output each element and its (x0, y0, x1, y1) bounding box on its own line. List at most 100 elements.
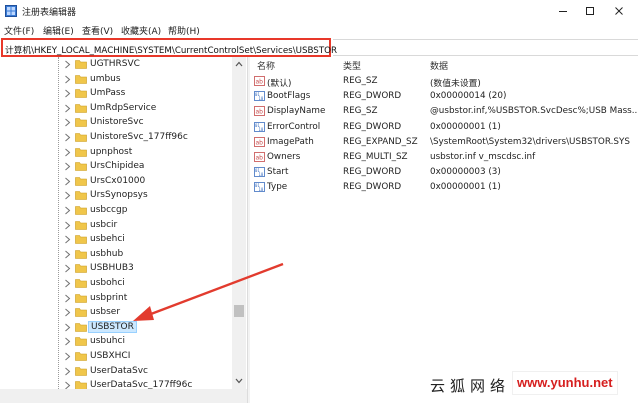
scroll-down-icon[interactable] (235, 378, 243, 384)
binary-value-icon: 0110 (254, 121, 265, 132)
column-header-type[interactable]: 类型 (343, 59, 361, 72)
expand-chevron-icon[interactable] (64, 294, 71, 303)
value-row[interactable]: ab Owners REG_MULTI_SZ usbstor.inf v_mscdsc… (251, 150, 640, 165)
expand-chevron-icon[interactable] (64, 206, 71, 215)
minimize-button[interactable] (554, 3, 572, 19)
value-row[interactable]: ab DisplayName REG_SZ @usbstor.inf,%USBSTOR… (251, 104, 640, 119)
menu-file[interactable]: 文件(F) (4, 24, 34, 37)
column-header-name[interactable]: 名称 (257, 59, 275, 72)
menu-view[interactable]: 查看(V) (82, 24, 113, 37)
svg-text:ab: ab (256, 139, 264, 146)
value-data: \SystemRoot\System32\drivers\USBSTOR.SYS (430, 136, 630, 147)
value-row[interactable]: ab (默认) REG_SZ (数值未设置) (251, 74, 640, 89)
folder-icon (75, 133, 87, 142)
tree-item-label: UmRdpService (90, 102, 157, 113)
address-bar[interactable]: 计算机\HKEY_LOCAL_MACHINE\SYSTEM\CurrentCon… (1, 38, 337, 57)
expand-chevron-icon[interactable] (64, 308, 71, 317)
maximize-button[interactable] (581, 3, 599, 19)
tree-item[interactable]: UnistoreSvc (0, 115, 232, 130)
tree-item-label: UnistoreSvc (90, 117, 144, 128)
address-bar-extension[interactable] (333, 39, 638, 56)
value-type: REG_DWORD (343, 182, 402, 193)
value-type: REG_MULTI_SZ (343, 152, 408, 162)
expand-chevron-icon[interactable] (64, 148, 71, 157)
scroll-up-icon[interactable] (235, 61, 243, 67)
tree-item-label: usbccgp (90, 205, 128, 215)
svg-text:10: 10 (259, 126, 264, 131)
expand-chevron-icon[interactable] (64, 367, 71, 376)
value-data: usbstor.inf v_mscdsc.inf (430, 152, 536, 162)
value-type: REG_DWORD (343, 167, 402, 178)
value-row[interactable]: 01 10 ErrorControl REG_DWORD 0x00000001 (1) (251, 120, 640, 135)
expand-chevron-icon[interactable] (64, 279, 71, 288)
value-type: REG_DWORD (343, 91, 402, 102)
scroll-thumb[interactable] (234, 305, 244, 317)
value-row[interactable]: ab ImagePath REG_EXPAND_SZ \SystemRoot\Syst… (251, 135, 640, 150)
expand-chevron-icon[interactable] (64, 235, 71, 244)
maximize-icon (586, 7, 594, 15)
tree-item-label: UGTHRSVC (90, 59, 140, 69)
expand-chevron-icon[interactable] (64, 104, 71, 113)
value-row[interactable]: 01 10 Type REG_DWORD 0x00000001 (1) (251, 180, 640, 195)
menu-help[interactable]: 帮助(H) (168, 24, 200, 37)
value-row[interactable]: 01 10 Start REG_DWORD 0x00000003 (3) (251, 165, 640, 180)
tree-item[interactable]: umbus (0, 72, 232, 87)
watermark-chinese: 云狐网络 (430, 377, 511, 395)
tree-item[interactable]: UGTHRSVC (0, 57, 232, 72)
tree-item[interactable]: UserDataSvc (0, 364, 232, 379)
expand-chevron-icon[interactable] (64, 221, 71, 230)
tree-item[interactable]: UrsChipidea (0, 159, 232, 174)
menu-favorites[interactable]: 收藏夹(A) (121, 24, 161, 37)
expand-chevron-icon[interactable] (64, 352, 71, 361)
tree-item[interactable]: upnphost (0, 145, 232, 160)
tree-item[interactable]: UmRdpService (0, 101, 232, 116)
string-value-icon: ab (254, 136, 265, 147)
value-name: DisplayName (267, 106, 326, 117)
expand-chevron-icon[interactable] (64, 118, 71, 127)
tree-item-label: USBSTOR (88, 320, 137, 333)
expand-chevron-icon[interactable] (64, 162, 71, 171)
tree-item[interactable]: USBSTOR (0, 320, 232, 335)
tree-item[interactable]: usbehci (0, 232, 232, 247)
pane-splitter[interactable] (247, 57, 250, 403)
tree-item[interactable]: UnistoreSvc_177ff96c (0, 130, 232, 145)
expand-chevron-icon[interactable] (64, 89, 71, 98)
tree-item[interactable]: UmPass (0, 86, 232, 101)
tree-item[interactable]: usbprint (0, 291, 232, 306)
tree-item[interactable]: USBHUB3 (0, 261, 232, 276)
svg-text:ab: ab (256, 109, 264, 116)
tree-item[interactable]: usbser (0, 305, 232, 320)
value-type: REG_EXPAND_SZ (343, 136, 418, 147)
tree-item[interactable]: USBXHCI (0, 349, 232, 364)
expand-chevron-icon[interactable] (64, 323, 71, 332)
value-row[interactable]: 01 10 BootFlags REG_DWORD 0x00000014 (20) (251, 89, 640, 104)
expand-chevron-icon[interactable] (64, 337, 71, 346)
close-button[interactable] (610, 3, 628, 19)
expand-chevron-icon[interactable] (64, 60, 71, 69)
expand-chevron-icon[interactable] (64, 133, 71, 142)
folder-icon (75, 162, 87, 171)
tree-item[interactable]: UrsCx01000 (0, 174, 232, 189)
value-name: Start (267, 167, 289, 178)
binary-value-icon: 0110 (254, 167, 265, 178)
tree-item[interactable]: UrsSynopsys (0, 188, 232, 203)
tree-horizontal-scrollbar[interactable] (0, 389, 247, 403)
expand-chevron-icon[interactable] (64, 191, 71, 200)
tree-vertical-scrollbar[interactable] (232, 57, 246, 389)
menu-edit[interactable]: 编辑(E) (43, 24, 74, 37)
column-header-data[interactable]: 数据 (430, 59, 448, 72)
expand-chevron-icon[interactable] (64, 250, 71, 259)
tree-item[interactable]: usbcir (0, 218, 232, 233)
tree-item[interactable]: usbuhci (0, 334, 232, 349)
folder-icon (75, 308, 87, 317)
svg-text:ab: ab (256, 155, 264, 162)
tree-item[interactable]: usbohci (0, 276, 232, 291)
expand-chevron-icon[interactable] (64, 75, 71, 84)
expand-chevron-icon[interactable] (64, 264, 71, 273)
tree-item-label: usbprint (90, 292, 128, 303)
tree-item-label: usbuhci (90, 336, 125, 347)
tree-item[interactable]: usbccgp (0, 203, 232, 218)
tree-item[interactable]: usbhub (0, 247, 232, 262)
folder-icon (75, 147, 87, 157)
expand-chevron-icon[interactable] (64, 177, 71, 186)
